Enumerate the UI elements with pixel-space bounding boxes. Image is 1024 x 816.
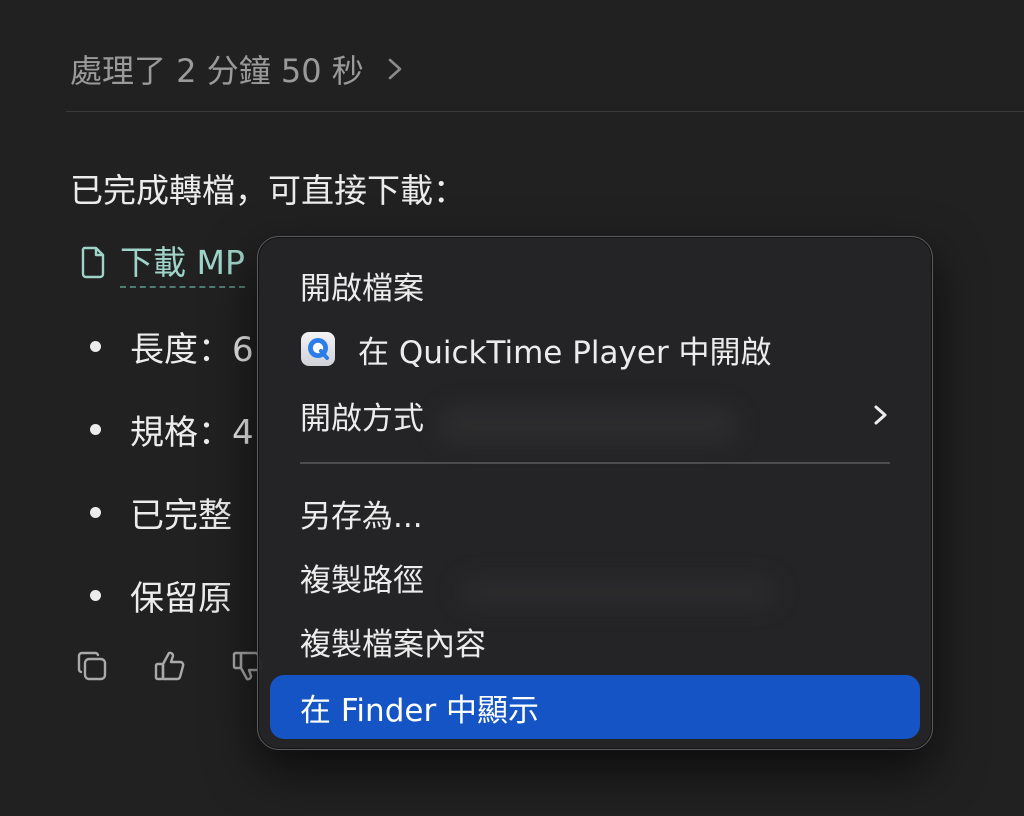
menu-item-open-with[interactable]: 開啟方式	[270, 385, 920, 445]
chevron-right-icon	[874, 405, 887, 425]
menu-item-label: 另存為...	[300, 498, 423, 535]
download-link-label: 下載 MP	[120, 236, 245, 288]
list-item: 保留原	[88, 571, 254, 654]
bullet-dot	[90, 341, 101, 352]
menu-item-label: 在 Finder 中顯示	[300, 692, 540, 729]
list-item-text: 規格：4	[130, 413, 254, 453]
header-divider	[66, 111, 1024, 112]
menu-item-open-in-quicktime[interactable]: 在 QuickTime Player 中開啟	[270, 319, 920, 379]
copy-icon[interactable]	[74, 648, 110, 684]
file-context-menu: 開啟檔案 在 QuickTime Player 中開啟 開啟方式 另存為... …	[257, 236, 933, 750]
menu-item-label: 在 QuickTime Player 中開啟	[358, 334, 772, 371]
menu-item-label: 複製檔案內容	[300, 626, 486, 663]
quicktime-icon	[301, 332, 335, 366]
bullet-dot	[90, 424, 101, 435]
message-intro-text: 已完成轉檔，可直接下載：	[70, 171, 466, 210]
thinking-summary-toggle[interactable]: 處理了 2 分鐘 50 秒	[70, 46, 408, 92]
menu-item-copy-file-contents[interactable]: 複製檔案內容	[270, 611, 920, 671]
list-item-text: 保留原	[130, 579, 232, 619]
menu-separator	[300, 462, 890, 464]
list-item: 規格：4	[88, 405, 254, 488]
bullet-dot	[90, 590, 101, 601]
message-actions	[74, 648, 266, 684]
chevron-right-icon	[388, 58, 402, 80]
menu-item-show-in-finder[interactable]: 在 Finder 中顯示	[270, 675, 920, 739]
list-item-text: 長度：6	[130, 330, 254, 370]
file-details-list: 長度：6 規格：4 已完整 保留原	[88, 322, 254, 654]
menu-item-copy-path[interactable]: 複製路徑	[270, 547, 920, 607]
list-item: 已完整	[88, 488, 254, 571]
menu-item-save-as[interactable]: 另存為...	[270, 483, 920, 543]
bullet-dot	[90, 507, 101, 518]
menu-item-label: 複製路徑	[300, 562, 424, 599]
download-file-link[interactable]: 下載 MP	[76, 236, 245, 288]
menu-item-label: 開啟方式	[300, 400, 424, 437]
menu-item-label: 開啟檔案	[300, 270, 424, 307]
thumbs-up-icon[interactable]	[152, 648, 188, 684]
menu-item-open-file[interactable]: 開啟檔案	[270, 255, 920, 315]
list-item-text: 已完整	[130, 496, 232, 536]
thinking-summary-label: 處理了 2 分鐘 50 秒	[70, 52, 364, 90]
file-icon	[81, 246, 105, 279]
list-item: 長度：6	[88, 322, 254, 405]
